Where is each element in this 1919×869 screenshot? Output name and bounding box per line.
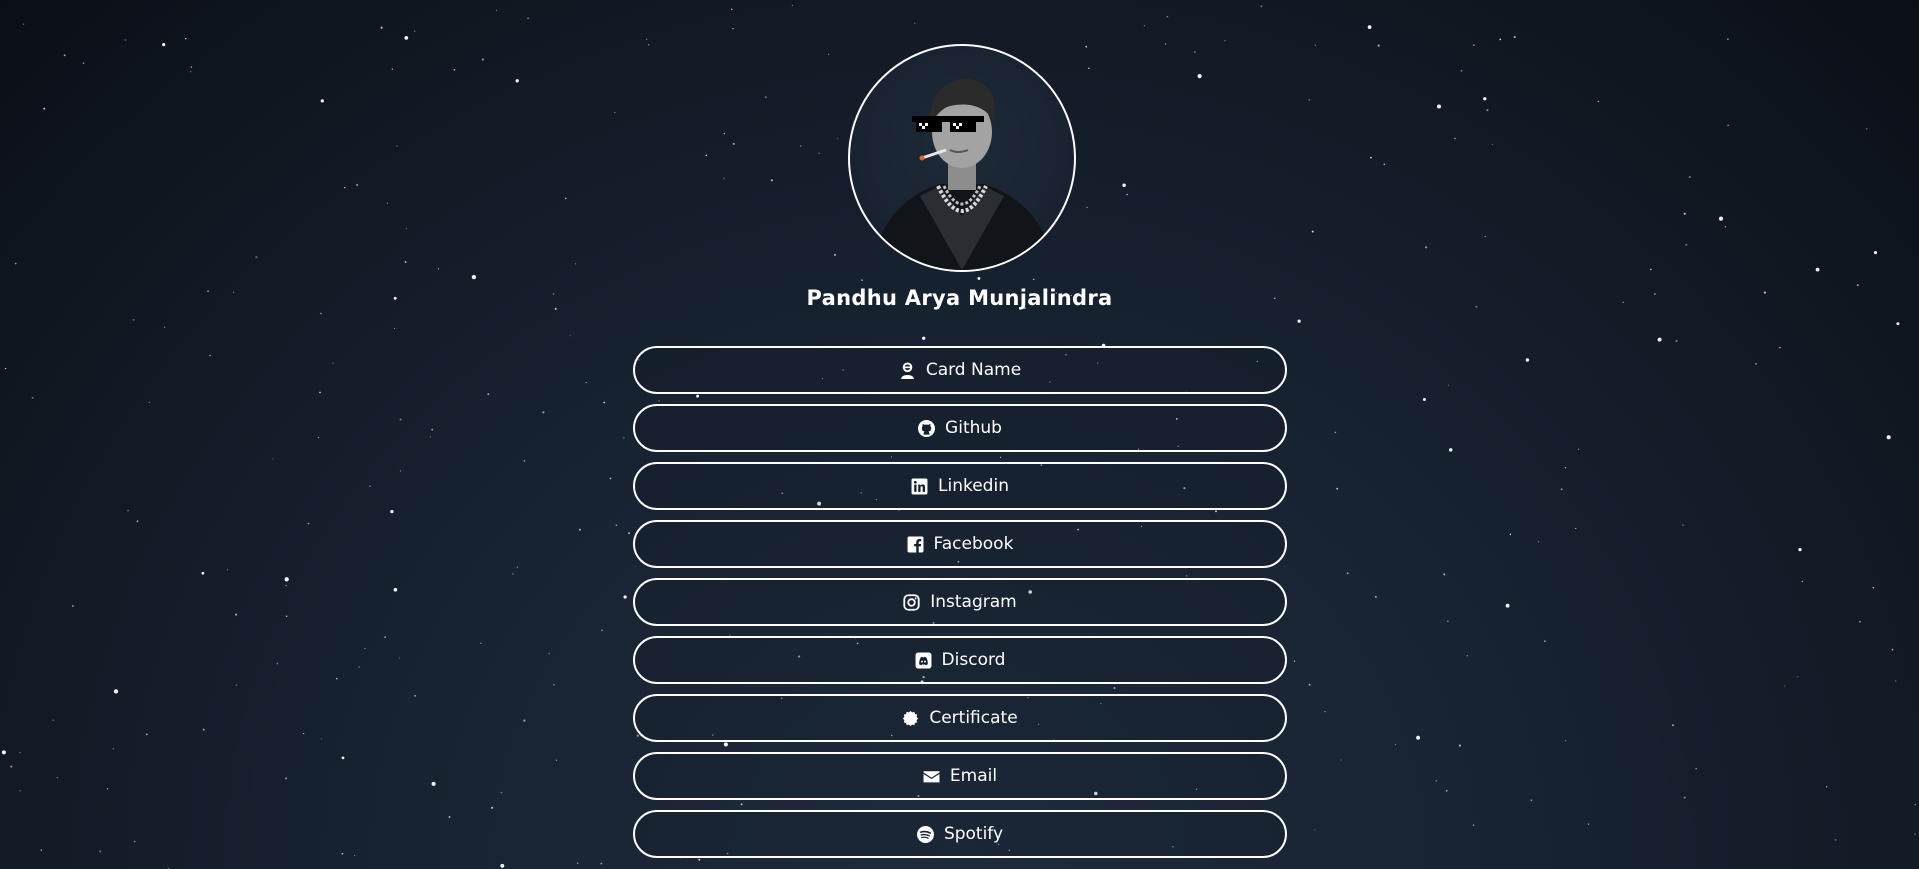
github-icon [918, 419, 936, 437]
facebook-icon [907, 536, 924, 553]
spotify-label: Spotify [943, 824, 1004, 844]
discord-label: Discord [941, 650, 1006, 670]
certificate-icon [902, 710, 919, 727]
email-label: Email [949, 766, 998, 786]
facebook-button[interactable]: Facebook [633, 520, 1287, 568]
profile-name: Pandhu Arya Munjalindra [806, 286, 1113, 310]
github-label: Github [945, 418, 1002, 438]
profile-avatar [848, 44, 1076, 272]
discord-button[interactable]: Discord [633, 636, 1287, 684]
linkedin-label: Linkedin [938, 476, 1009, 496]
certificate-label: Certificate [929, 708, 1018, 728]
link-list: Card Name Github Linkedin Facebook Insta [633, 346, 1287, 868]
card-name-label: Card Name [925, 360, 1022, 380]
instagram-icon [903, 593, 920, 611]
facebook-label: Facebook [933, 534, 1014, 554]
certificate-button[interactable]: Certificate [633, 694, 1287, 742]
linkedin-button[interactable]: Linkedin [633, 462, 1287, 510]
linkedin-icon [911, 478, 928, 495]
instagram-label: Instagram [930, 592, 1017, 612]
card-name-button[interactable]: Card Name [633, 346, 1287, 394]
spotify-button[interactable]: Spotify [633, 810, 1287, 858]
user-card-icon [899, 362, 916, 379]
email-button[interactable]: Email [633, 752, 1287, 800]
spotify-icon [916, 825, 934, 843]
page: Pandhu Arya Munjalindra Card Name Github… [0, 0, 1919, 869]
github-button[interactable]: Github [633, 404, 1287, 452]
envelope-icon [923, 768, 940, 785]
avatar-portrait [870, 78, 1056, 270]
discord-icon [915, 652, 932, 669]
instagram-button[interactable]: Instagram [633, 578, 1287, 626]
